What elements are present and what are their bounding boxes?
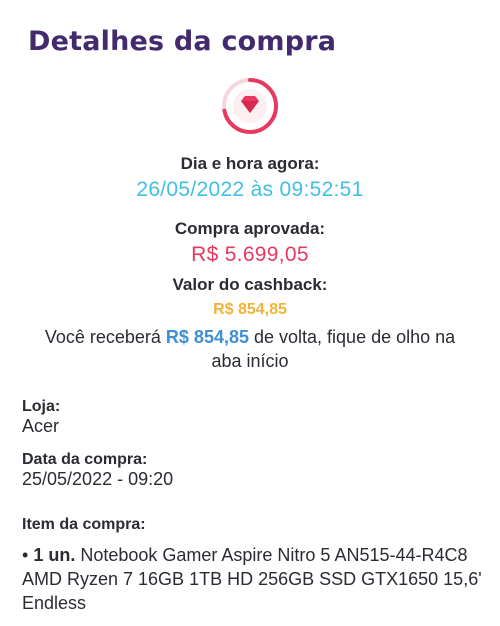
approved-amount: R$ 5.699,05 — [191, 243, 309, 266]
item-bullet: • — [22, 545, 34, 565]
approved-label: Compra aprovada: — [174, 219, 326, 238]
now-label: Dia e hora agora: — [180, 154, 320, 173]
cashback-message: Você receberá R$ 854,85 de volta, fique … — [0, 325, 500, 373]
store-label: Loja: — [22, 398, 61, 415]
page-title: Detalhes da compra — [28, 26, 337, 57]
item-name: Notebook Gamer Aspire Nitro 5 AN515-44-R… — [22, 545, 482, 613]
item-quantity: 1 un. — [33, 545, 76, 565]
purchase-date-label: Data da compra: — [22, 451, 148, 468]
now-datetime: 26/05/2022 às 09:52:51 — [136, 178, 364, 201]
cashback-label: Valor do cashback: — [172, 275, 328, 294]
diamond-progress-icon — [222, 78, 278, 134]
cashback-amount: R$ 854,85 — [213, 301, 287, 318]
list-item: • 1 un. Notebook Gamer Aspire Nitro 5 AN… — [22, 543, 482, 615]
purchase-date-value: 25/05/2022 - 09:20 — [22, 469, 174, 489]
cashback-message-prefix: Você receberá — [44, 327, 166, 347]
store-value: Acer — [22, 416, 60, 436]
cashback-message-suffix: de volta, fique de olho na aba início — [211, 327, 456, 371]
items-label: Item da compra: — [22, 516, 146, 533]
cashback-message-amount: R$ 854,85 — [165, 327, 249, 347]
